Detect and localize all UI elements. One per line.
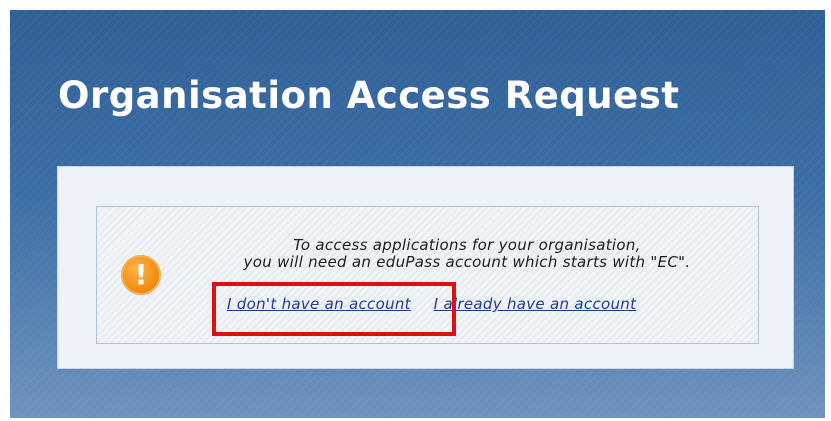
have-account-link[interactable]: I already have an account — [434, 295, 637, 313]
notice-message-line-1: To access applications for your organisa… — [293, 236, 641, 254]
highlight-box — [212, 282, 456, 336]
notice-message-line-2: you will need an eduPass account which s… — [243, 253, 691, 271]
notice-message: To access applications for your organisa… — [197, 237, 737, 271]
page-title: Organisation Access Request — [58, 74, 680, 117]
page-panel: Organisation Access Request ! To access … — [10, 10, 825, 418]
exclamation-warning-icon: ! — [121, 255, 161, 295]
content-card: ! To access applications for your organi… — [57, 166, 794, 369]
